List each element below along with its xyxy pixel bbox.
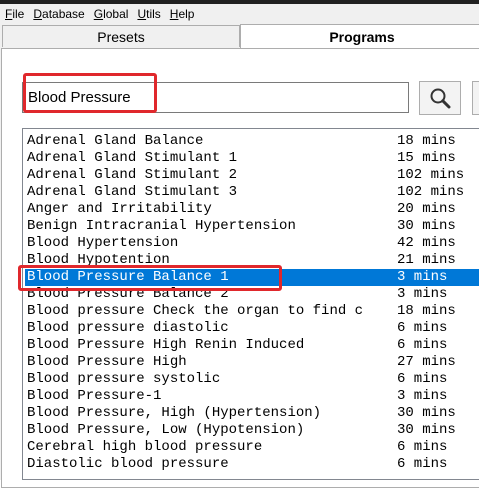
list-item[interactable]: Adrenal Gland Stimulant 2 102 mins (25, 167, 479, 184)
program-name: Blood Hypotention (27, 252, 170, 268)
program-duration: 18 mins (397, 303, 456, 319)
program-duration: 30 mins (397, 422, 456, 438)
list-item[interactable]: Blood pressure Check the organ to find c… (25, 303, 479, 320)
program-duration: 102 mins (397, 184, 465, 200)
program-duration: 6 mins (397, 456, 448, 472)
program-duration: 6 mins (397, 337, 448, 353)
list-item[interactable]: Blood Hypotention 21 mins (25, 252, 479, 269)
program-name: Blood Hypertension (27, 235, 179, 251)
programs-list[interactable]: Adrenal Gland Balance 18 mins Adrenal Glan… (22, 128, 479, 480)
program-duration: 30 mins (397, 405, 456, 421)
program-duration: 3 mins (397, 269, 448, 285)
program-name: Anger and Irritability (27, 201, 212, 217)
program-duration: 18 mins (397, 133, 456, 149)
list-item[interactable]: Blood pressure systolic 6 mins (25, 371, 479, 388)
program-name: Benign Intracranial Hypertension (27, 218, 296, 234)
menu-global[interactable]: Global (89, 4, 133, 24)
search-icon (430, 88, 451, 109)
program-duration: 6 mins (397, 371, 448, 387)
tab-programs[interactable]: Programs (240, 24, 479, 49)
program-name: Adrenal Gland Balance (27, 133, 204, 149)
program-duration: 21 mins (397, 252, 456, 268)
list-item[interactable]: Adrenal Gland Stimulant 1 15 mins (25, 150, 479, 167)
list-item[interactable]: Adrenal Gland Balance 18 mins (25, 133, 479, 150)
list-item[interactable]: Cerebral high blood pressure 6 mins (25, 439, 479, 456)
program-duration: 3 mins (397, 388, 448, 404)
list-item[interactable] (25, 473, 479, 479)
list-item[interactable]: Blood pressure diastolic 6 mins (25, 320, 479, 337)
program-duration: 30 mins (397, 218, 456, 234)
program-duration: 27 mins (397, 354, 456, 370)
list-item[interactable]: Blood Pressure, High (Hypertension) 30 mi… (25, 405, 479, 422)
program-name: Blood pressure Check the organ to find c (27, 303, 364, 319)
program-duration: 20 mins (397, 201, 456, 217)
program-duration: 102 mins (397, 167, 465, 183)
program-name: Diastolic blood pressure (27, 456, 229, 472)
search-button[interactable] (419, 81, 461, 115)
program-duration: 15 mins (397, 150, 456, 166)
list-item[interactable]: Blood Hypertension 42 mins (25, 235, 479, 252)
program-name: Blood pressure diastolic (27, 320, 229, 336)
program-name: Cerebral high blood pressure (27, 439, 263, 455)
list-item[interactable]: Blood Pressure, Low (Hypotension) 30 mins (25, 422, 479, 439)
program-duration: 6 mins (397, 439, 448, 455)
list-item[interactable]: Diastolic blood pressure 6 mins (25, 456, 479, 473)
list-item-selected[interactable]: Blood Pressure Balance 1 3 mins (25, 269, 479, 286)
menu-file[interactable]: File (0, 4, 28, 24)
program-name: Adrenal Gland Stimulant 2 (27, 167, 238, 183)
program-duration: 42 mins (397, 235, 456, 251)
program-duration: 6 mins (397, 320, 448, 336)
list-item[interactable]: Blood Pressure Balance 2 3 mins (25, 286, 479, 303)
list-item[interactable]: Blood Pressure-1 3 mins (25, 388, 479, 405)
program-duration: 3 mins (397, 286, 448, 302)
program-name: Blood pressure systolic (27, 371, 221, 387)
menu-help[interactable]: Help (165, 4, 199, 24)
program-name: Blood Pressure, Low (Hypotension) (27, 422, 305, 438)
program-name: Adrenal Gland Stimulant 1 (27, 150, 238, 166)
program-name: Blood Pressure-1 (27, 388, 162, 404)
list-item[interactable]: Blood Pressure High 27 mins (25, 354, 479, 371)
list-item[interactable]: Anger and Irritability 20 mins (25, 201, 479, 218)
list-item[interactable]: Benign Intracranial Hypertension 30 mins (25, 218, 479, 235)
tab-presets[interactable]: Presets (2, 25, 240, 47)
menu-database[interactable]: Database (28, 4, 88, 24)
menu-bar: File Database Global Utils Help (0, 4, 479, 24)
menu-utils[interactable]: Utils (132, 4, 164, 24)
clear-button[interactable] (472, 81, 479, 115)
program-name: Blood Pressure High Renin Induced (27, 337, 305, 353)
program-name: Blood Pressure Balance 2 (27, 286, 229, 302)
program-name: Adrenal Gland Stimulant 3 (27, 184, 238, 200)
program-name: Blood Pressure Balance 1 (27, 269, 229, 285)
list-item[interactable]: Blood Pressure High Renin Induced 6 mins (25, 337, 479, 354)
program-name: Blood Pressure, High (Hypertension) (27, 405, 322, 421)
list-item[interactable]: Adrenal Gland Stimulant 3 102 mins (25, 184, 479, 201)
search-input[interactable] (22, 82, 409, 113)
program-name: Blood Pressure High (27, 354, 187, 370)
